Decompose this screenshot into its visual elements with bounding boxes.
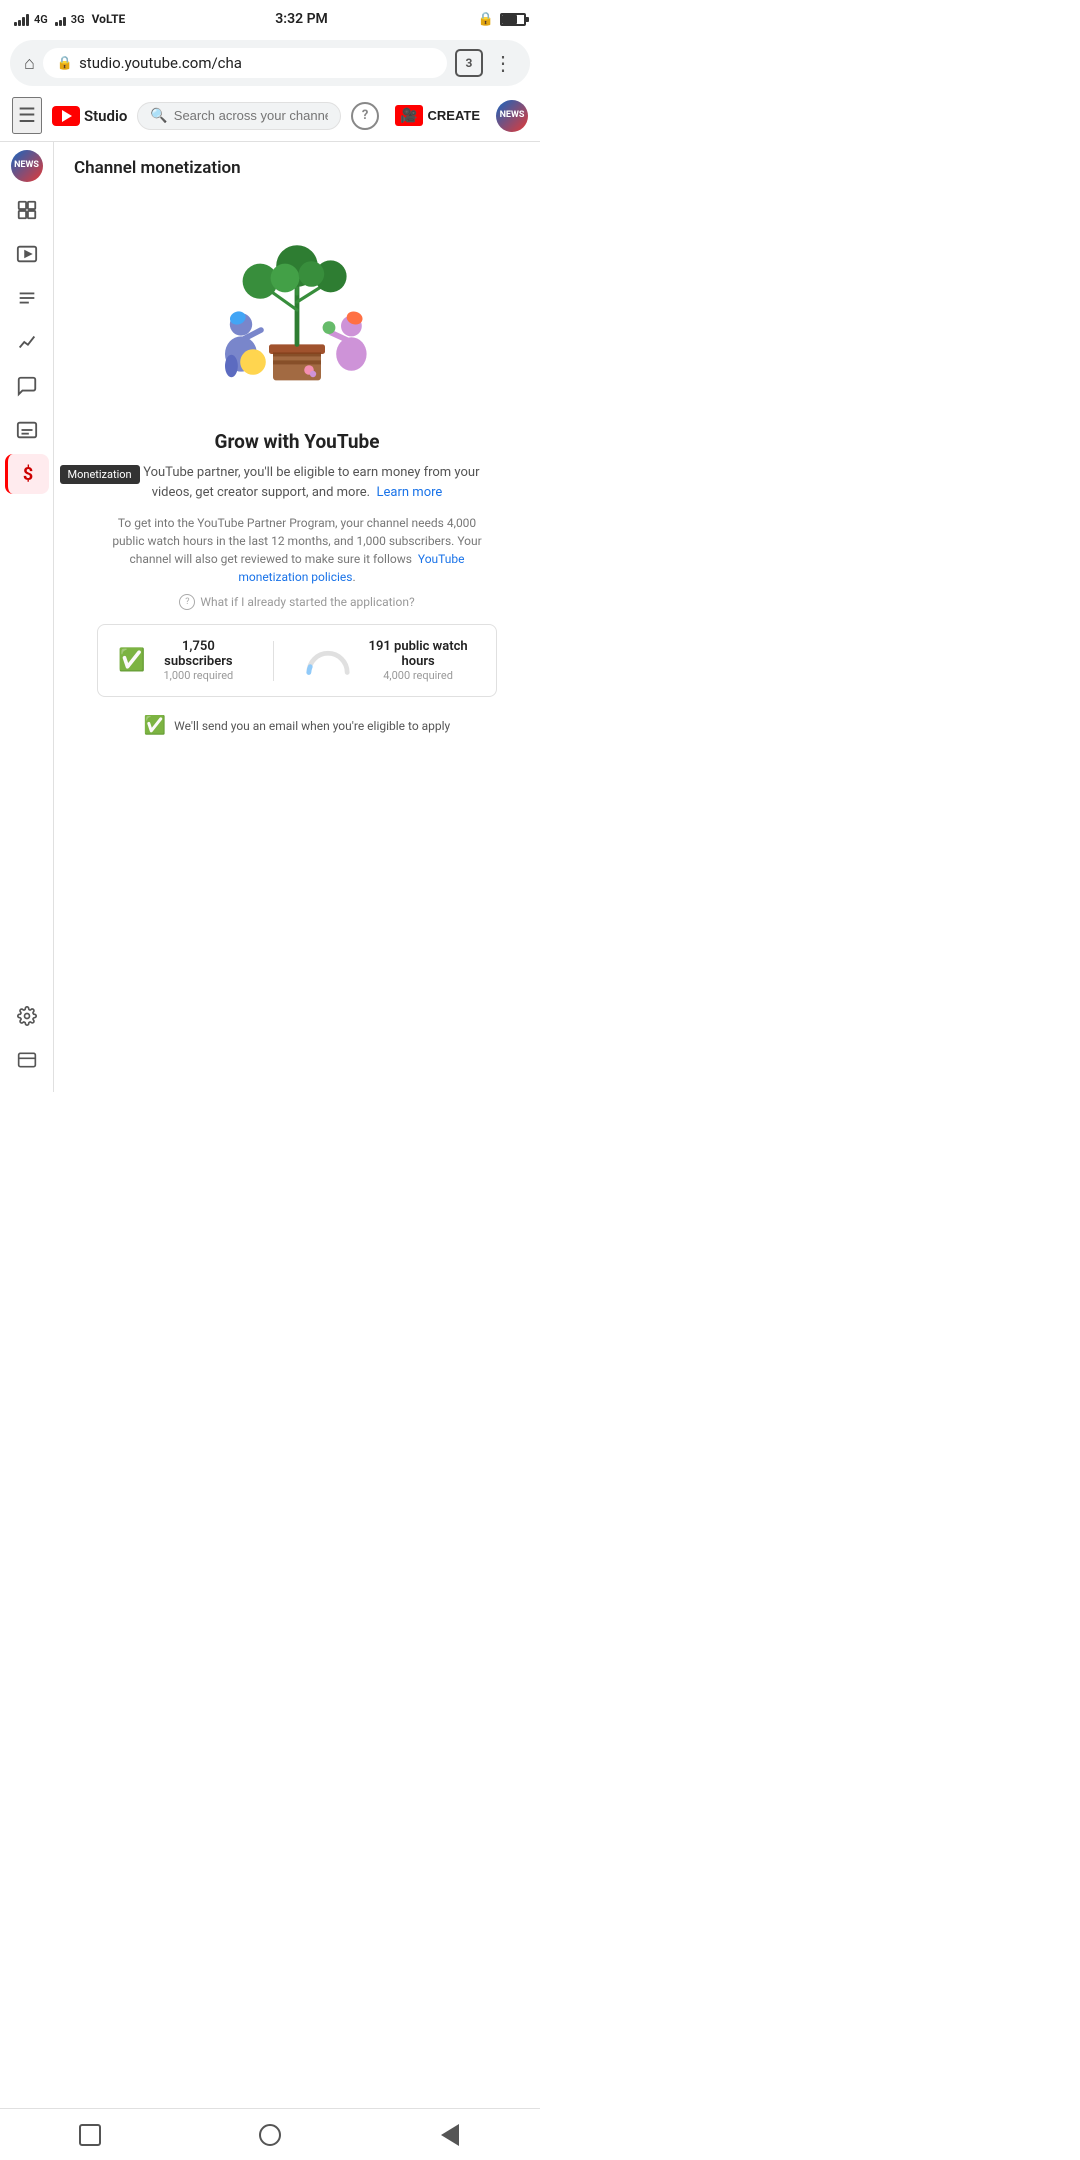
sidebar-item-subtitles[interactable]	[5, 410, 49, 450]
watch-hours-count: 191 public watch hours	[360, 639, 476, 669]
sidebar-bottom	[5, 996, 49, 1092]
stat-divider	[273, 641, 274, 681]
signal-bars-3g	[55, 12, 66, 26]
create-button[interactable]: 🎥 CREATE	[389, 101, 486, 130]
watch-hours-required: 4,000 required	[360, 669, 476, 682]
network-3g-label: 3G	[71, 13, 85, 26]
avatar-text: NEWS	[500, 111, 525, 121]
search-bar[interactable]: 🔍	[137, 102, 341, 130]
sidebar: NEWS $ Monetization	[0, 142, 54, 1092]
learn-more-link[interactable]: Learn more	[377, 485, 443, 500]
recent-apps-icon	[79, 2124, 101, 2146]
partner-description: To get into the YouTube Partner Program,…	[107, 514, 487, 586]
back-icon	[441, 2124, 459, 2146]
question-circle-icon: ?	[179, 594, 195, 610]
subscribers-count: 1,750 subscribers	[153, 639, 243, 669]
battery-fill	[502, 15, 517, 24]
create-label: CREATE	[428, 108, 480, 123]
main-content: Channel monetization	[54, 142, 540, 1092]
browser-bar: ⌂ 🔒 studio.youtube.com/cha 3 ⋮	[10, 40, 530, 86]
browser-url-text: studio.youtube.com/cha	[79, 54, 242, 72]
status-bar: 4G 3G VoLTE 3:32 PM 🔒	[0, 0, 540, 36]
sidebar-item-analytics[interactable]	[5, 322, 49, 362]
sidebar-item-feedback[interactable]	[5, 1040, 49, 1080]
back-button[interactable]	[432, 2117, 468, 2153]
sidebar-item-channel[interactable]: NEWS	[11, 150, 43, 182]
browser-tabs-button[interactable]: 3	[455, 49, 483, 77]
youtube-logo-icon	[52, 106, 80, 126]
home-button[interactable]	[252, 2117, 288, 2153]
create-camera-icon: 🎥	[395, 105, 422, 126]
main-layout: NEWS $ Monetization	[0, 142, 540, 1092]
sidebar-item-settings[interactable]	[5, 996, 49, 1036]
sidebar-item-playlists[interactable]	[5, 278, 49, 318]
screen-lock-icon: 🔒	[478, 12, 494, 27]
monetization-section: Grow with YouTube As a YouTube partner, …	[54, 190, 540, 776]
grow-description: As a YouTube partner, you'll be eligible…	[107, 463, 487, 502]
sidebar-item-monetization[interactable]: $ Monetization	[5, 454, 49, 494]
network-info: 4G 3G VoLTE	[14, 12, 125, 26]
header-avatar[interactable]: NEWS	[496, 100, 528, 132]
already-applied-question[interactable]: ? What if I already started the applicat…	[179, 594, 414, 610]
email-notice-text: We'll send you an email when you're elig…	[174, 719, 450, 733]
search-icon: 🔍	[150, 108, 167, 124]
home-icon	[259, 2124, 281, 2146]
browser-url-area[interactable]: 🔒 studio.youtube.com/cha	[43, 48, 447, 78]
volte-label: VoLTE	[92, 12, 126, 26]
subscribers-check-icon: ✅	[118, 648, 145, 673]
sidebar-item-comments[interactable]	[5, 366, 49, 406]
sidebar-avatar-text: NEWS	[14, 161, 39, 171]
recent-apps-button[interactable]	[72, 2117, 108, 2153]
grow-title: Grow with YouTube	[215, 430, 380, 453]
signal-bars-4g	[14, 12, 29, 26]
page-title: Channel monetization	[54, 142, 540, 190]
network-4g-label: 4G	[34, 13, 48, 26]
browser-more-button[interactable]: ⋮	[491, 51, 516, 75]
status-icons: 🔒	[478, 12, 526, 27]
yt-studio-header: ☰ Studio 🔍 ? 🎥 CREATE NEWS	[0, 90, 540, 142]
android-nav-bar	[0, 2108, 540, 2160]
search-input[interactable]	[174, 108, 328, 123]
email-check-icon: ✅	[144, 715, 166, 736]
sidebar-item-content[interactable]	[5, 234, 49, 274]
help-button[interactable]: ?	[351, 102, 379, 130]
status-time: 3:32 PM	[275, 11, 328, 27]
subscribers-stat: ✅ 1,750 subscribers 1,000 required	[118, 639, 243, 682]
subscribers-required: 1,000 required	[153, 669, 243, 682]
email-notice: ✅ We'll send you an email when you're el…	[144, 715, 451, 736]
battery-icon	[500, 13, 526, 26]
grow-illustration	[177, 210, 417, 410]
stats-box: ✅ 1,750 subscribers 1,000 required	[97, 624, 497, 697]
yt-studio-logo[interactable]: Studio	[52, 106, 127, 126]
watch-hours-stat: 191 public watch hours 4,000 required	[304, 639, 476, 682]
sidebar-item-dashboard[interactable]	[5, 190, 49, 230]
browser-home-button[interactable]: ⌂	[24, 53, 35, 74]
studio-text: Studio	[84, 107, 127, 125]
watch-hours-progress-arc	[304, 647, 352, 675]
hamburger-menu-button[interactable]: ☰	[12, 97, 42, 134]
browser-lock-icon: 🔒	[57, 56, 73, 71]
youtube-play-triangle	[62, 110, 72, 122]
